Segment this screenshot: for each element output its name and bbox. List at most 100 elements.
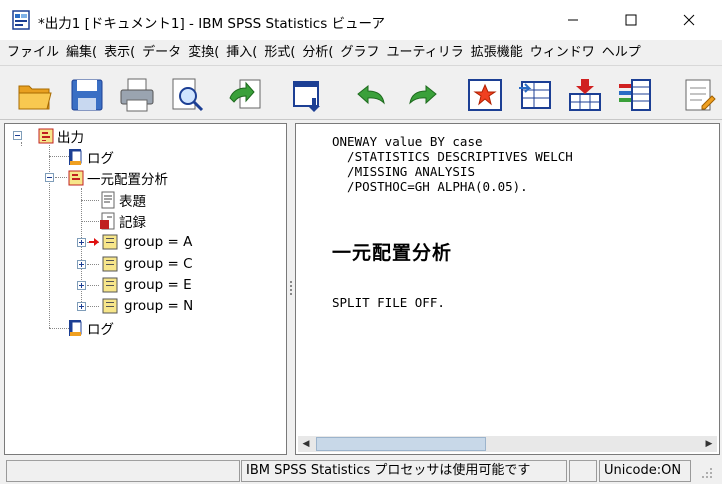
status-cell-empty (6, 460, 240, 482)
tree-item-group-c[interactable]: group = C (101, 254, 196, 274)
goto-case-icon[interactable] (516, 76, 554, 114)
status-cell-blank (569, 460, 597, 482)
menu-window[interactable]: ウィンドワ (523, 40, 595, 65)
menu-insert[interactable]: 挿入( (219, 40, 257, 65)
title-bar[interactable]: *出力1 [ドキュメント1] - IBM SPSS Statistics ビュー… (0, 0, 722, 40)
split-group-book-icon (102, 234, 118, 250)
title-document-icon (101, 191, 115, 209)
tree-item-group-n[interactable]: group = N (101, 296, 197, 316)
log-book-icon (69, 320, 82, 336)
menu-edit[interactable]: 編集( (59, 40, 97, 65)
menu-file[interactable]: ファイル (0, 40, 59, 65)
variables-icon[interactable] (616, 76, 654, 114)
save-icon[interactable] (68, 76, 106, 114)
split-group-book-icon (102, 277, 118, 293)
export-icon[interactable] (226, 76, 264, 114)
maximize-button[interactable] (608, 0, 654, 40)
procedure-heading: 一元配置分析 (332, 242, 453, 264)
syntax-block-oneway: ONEWAY value BY case /STATISTICS DESCRIP… (332, 134, 573, 194)
print-preview-icon[interactable] (168, 76, 206, 114)
menu-utilities[interactable]: ユーティリラ (380, 40, 464, 65)
tree-item-log-2[interactable]: ログ (67, 318, 114, 338)
menu-data[interactable]: データ (135, 40, 181, 65)
log-book-icon (69, 149, 82, 165)
open-folder-icon[interactable] (16, 76, 54, 114)
designate-window-icon[interactable] (466, 76, 504, 114)
pane-splitter[interactable] (287, 123, 295, 455)
tree-label-group-a: group = A (121, 233, 196, 251)
tree-label-oneway: 一元配置分析 (87, 172, 168, 188)
notes-document-icon (100, 212, 115, 230)
tree-label-group-c: group = C (121, 255, 196, 273)
output-content-pane[interactable]: ONEWAY value BY case /STATISTICS DESCRIP… (295, 123, 720, 455)
close-icon (683, 14, 695, 26)
spss-app-icon (12, 10, 30, 30)
status-bar: IBM SPSS Statistics プロセッサは使用可能です Unicode… (0, 458, 722, 484)
minimize-button[interactable] (550, 0, 596, 40)
print-icon[interactable] (118, 76, 156, 114)
tree-label-group-n: group = N (121, 297, 197, 315)
menu-transform[interactable]: 変換( (181, 40, 219, 65)
minimize-icon (568, 19, 578, 21)
menu-extensions[interactable]: 拡張機能 (464, 40, 523, 65)
new-syntax-icon[interactable] (680, 76, 718, 114)
maximize-icon (625, 14, 637, 26)
tree-connector (87, 264, 99, 265)
tree-connector (81, 188, 82, 308)
outline-tree-pane[interactable]: 出力 ログ 一元配置分析 表題 記録 group = A group = C g… (4, 123, 287, 455)
tree-label-log-2: ログ (87, 322, 114, 338)
menu-graphs[interactable]: グラフ (334, 40, 380, 65)
menu-analyze[interactable]: 分析( (295, 40, 333, 65)
split-group-book-icon (102, 298, 118, 314)
tree-item-group-a[interactable]: group = A (101, 232, 196, 252)
redo-icon[interactable] (404, 76, 442, 114)
tree-item-root[interactable]: 出力 (37, 126, 84, 146)
split-group-book-icon (102, 256, 118, 272)
tree-label-root: 出力 (57, 130, 84, 146)
tree-label-group-e: group = E (121, 276, 195, 294)
close-button[interactable] (666, 0, 712, 40)
tree-label-notes: 記録 (119, 215, 146, 231)
selection-arrow-icon (89, 238, 99, 246)
menu-format[interactable]: 形式( (257, 40, 295, 65)
tree-connector (87, 306, 99, 307)
status-unicode: Unicode:ON (599, 460, 691, 482)
expand-group-a-toggle[interactable] (77, 238, 86, 247)
tree-connector (49, 328, 69, 329)
tree-connector (87, 285, 99, 286)
syntax-block-split-file: SPLIT FILE OFF. (332, 295, 445, 310)
horizontal-scrollbar[interactable]: ◀ ▶ (298, 436, 717, 452)
tree-item-notes[interactable]: 記録 (99, 211, 146, 231)
expand-group-e-toggle[interactable] (77, 281, 86, 290)
resize-grip-icon[interactable] (700, 466, 714, 480)
scroll-left-icon[interactable]: ◀ (298, 436, 314, 452)
status-processor: IBM SPSS Statistics プロセッサは使用可能です (241, 460, 567, 482)
tree-connector (81, 221, 99, 222)
menu-bar: ファイル 編集( 表示( データ 変換( 挿入( 形式( 分析( グラフ ユーテ… (0, 40, 722, 66)
expand-group-c-toggle[interactable] (77, 260, 86, 269)
window-title: *出力1 [ドキュメント1] - IBM SPSS Statistics ビュー… (38, 16, 385, 32)
tree-label-log: ログ (87, 151, 114, 167)
goto-data-icon[interactable] (290, 76, 328, 114)
menu-help[interactable]: ヘルプ (595, 40, 641, 65)
tree-item-log[interactable]: ログ (67, 147, 114, 167)
undo-icon[interactable] (352, 76, 390, 114)
tree-connector (55, 177, 67, 178)
tree-item-oneway[interactable]: 一元配置分析 (67, 168, 168, 188)
insert-variable-icon[interactable] (566, 76, 604, 114)
tree-label-title: 表題 (119, 194, 146, 210)
splitter-grip-icon (290, 281, 292, 295)
toolbar (0, 67, 722, 120)
tree-connector (49, 156, 69, 157)
tree-item-title[interactable]: 表題 (99, 190, 146, 210)
spss-viewer-window: *出力1 [ドキュメント1] - IBM SPSS Statistics ビュー… (0, 0, 722, 484)
menu-view[interactable]: 表示( (97, 40, 135, 65)
scroll-right-icon[interactable]: ▶ (701, 436, 717, 452)
collapse-root-toggle[interactable] (13, 131, 22, 140)
scrollbar-thumb[interactable] (316, 437, 486, 451)
collapse-oneway-toggle[interactable] (45, 173, 54, 182)
output-book-icon (38, 128, 54, 144)
expand-group-n-toggle[interactable] (77, 302, 86, 311)
tree-item-group-e[interactable]: group = E (101, 275, 195, 295)
output-book-icon (68, 170, 84, 186)
